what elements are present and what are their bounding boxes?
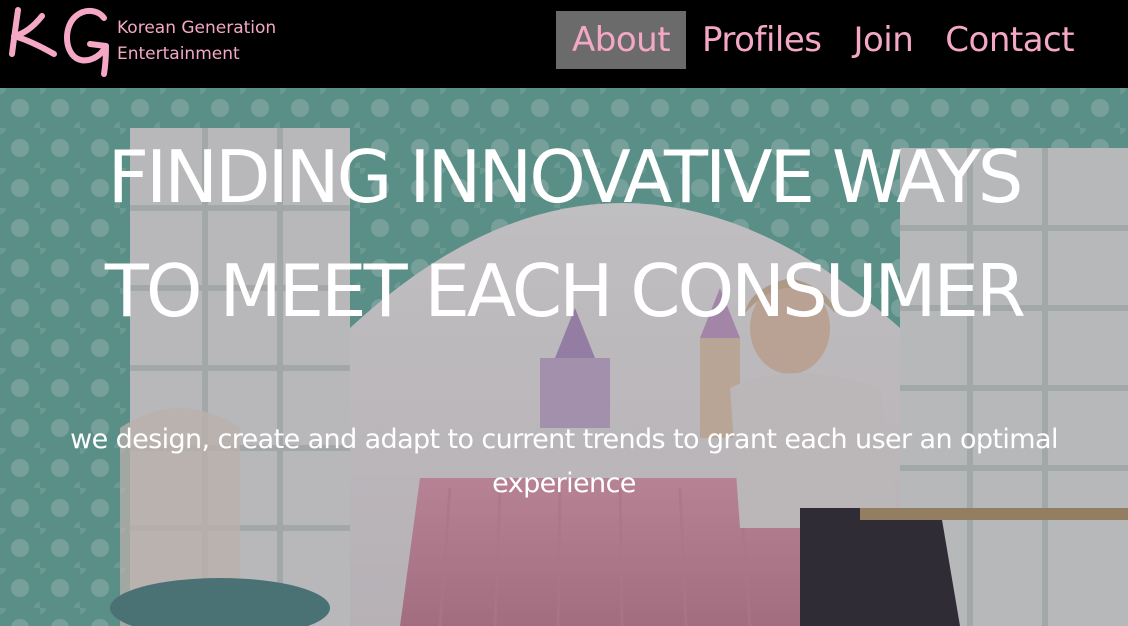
hero-subtitle: we design, create and adapt to current t… [0,418,1128,506]
brand-name-line2: Entertainment [117,44,240,64]
hero-subtitle-line1: we design, create and adapt to current t… [70,424,1058,455]
hero-subtitle-line2: experience [492,468,636,499]
nav-item-join[interactable]: Join [837,11,929,69]
kg-logo[interactable] [6,2,114,82]
hero-title-line2: TO MEET EACH CONSUMER [104,249,1026,333]
page: Korean Generation Entertainment About Pr… [0,0,1128,626]
hero-title: FINDING INNOVATIVE WAYS TO MEET EACH CON… [0,120,1128,348]
main-nav: About Profiles Join Contact [556,11,1090,69]
nav-item-contact[interactable]: Contact [929,11,1090,69]
hero-title-line1: FINDING INNOVATIVE WAYS [107,135,1024,219]
nav-item-about[interactable]: About [556,11,687,69]
brand-name-line1: Korean Generation [117,18,277,38]
hero-section: FINDING INNOVATIVE WAYS TO MEET EACH CON… [0,88,1128,626]
site-header: Korean Generation Entertainment About Pr… [0,0,1128,88]
nav-item-profiles[interactable]: Profiles [686,11,837,69]
brand-name: Korean Generation Entertainment [117,15,276,67]
kg-logo-icon [9,7,109,77]
